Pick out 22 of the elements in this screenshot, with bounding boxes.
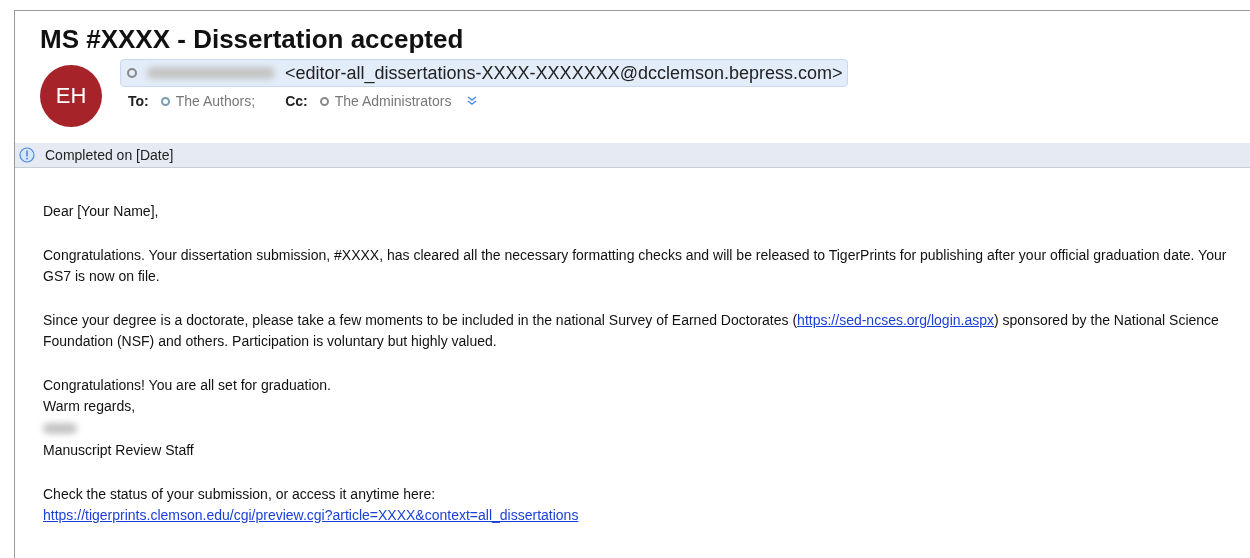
body-text: Check the status of your submission, or access it anytime here: [43, 484, 437, 504]
expand-icon[interactable] [467, 96, 478, 106]
info-icon [19, 147, 35, 163]
body-text: Congratulations! You are all set for graduation. [43, 375, 332, 395]
link[interactable]: https://sed-ncses.org/login.aspx [797, 311, 994, 328]
body-text: Congratulations. Your dissertation submission, #XXXX, has cleared all the necessary formatting checks and will be released to TigerPrints for publishing after your official graduation date. Your GS7 is now on file. [43, 245, 1228, 286]
link[interactable]: https://tigerprints.clemson.edu/cgi/preview.cgi?article=XXXX&context=all_dissertations [43, 507, 579, 523]
sender-address: <editor-all_dissertations-XXXX-XXXXXXX@dcclemson.bepress.com> [285, 62, 843, 84]
recipient[interactable]: The Authors; [160, 93, 256, 109]
body-text: Dear [Your Name], [43, 202, 160, 221]
email-subject: MS #XXXX - Dissertation accepted [40, 23, 465, 55]
redacted-text [43, 422, 77, 434]
body-text: Manuscript Review Staff [43, 441, 195, 460]
recipient-label: Cc: [285, 93, 308, 109]
avatar: EH [40, 65, 102, 127]
info-text: Completed on [Date] [45, 147, 174, 163]
status-icon [127, 68, 137, 78]
sender-chip[interactable]: <editor-all_dissertations-XXXX-XXXXXXX@dcclemson.bepress.com> [120, 59, 848, 87]
recipient[interactable]: The Administrators [319, 93, 452, 109]
body-text: Since your degree is a doctorate, please take a few moments to be included in the national Survey of Earned Doctorates (https://sed-ncses.org/login.aspx) sponsored by the National Science Foundation (NSF) and others. Participation is voluntary but highly valued. [43, 310, 1220, 351]
recipient-label: To: [128, 93, 149, 109]
body-text: Warm regards, [43, 397, 137, 416]
